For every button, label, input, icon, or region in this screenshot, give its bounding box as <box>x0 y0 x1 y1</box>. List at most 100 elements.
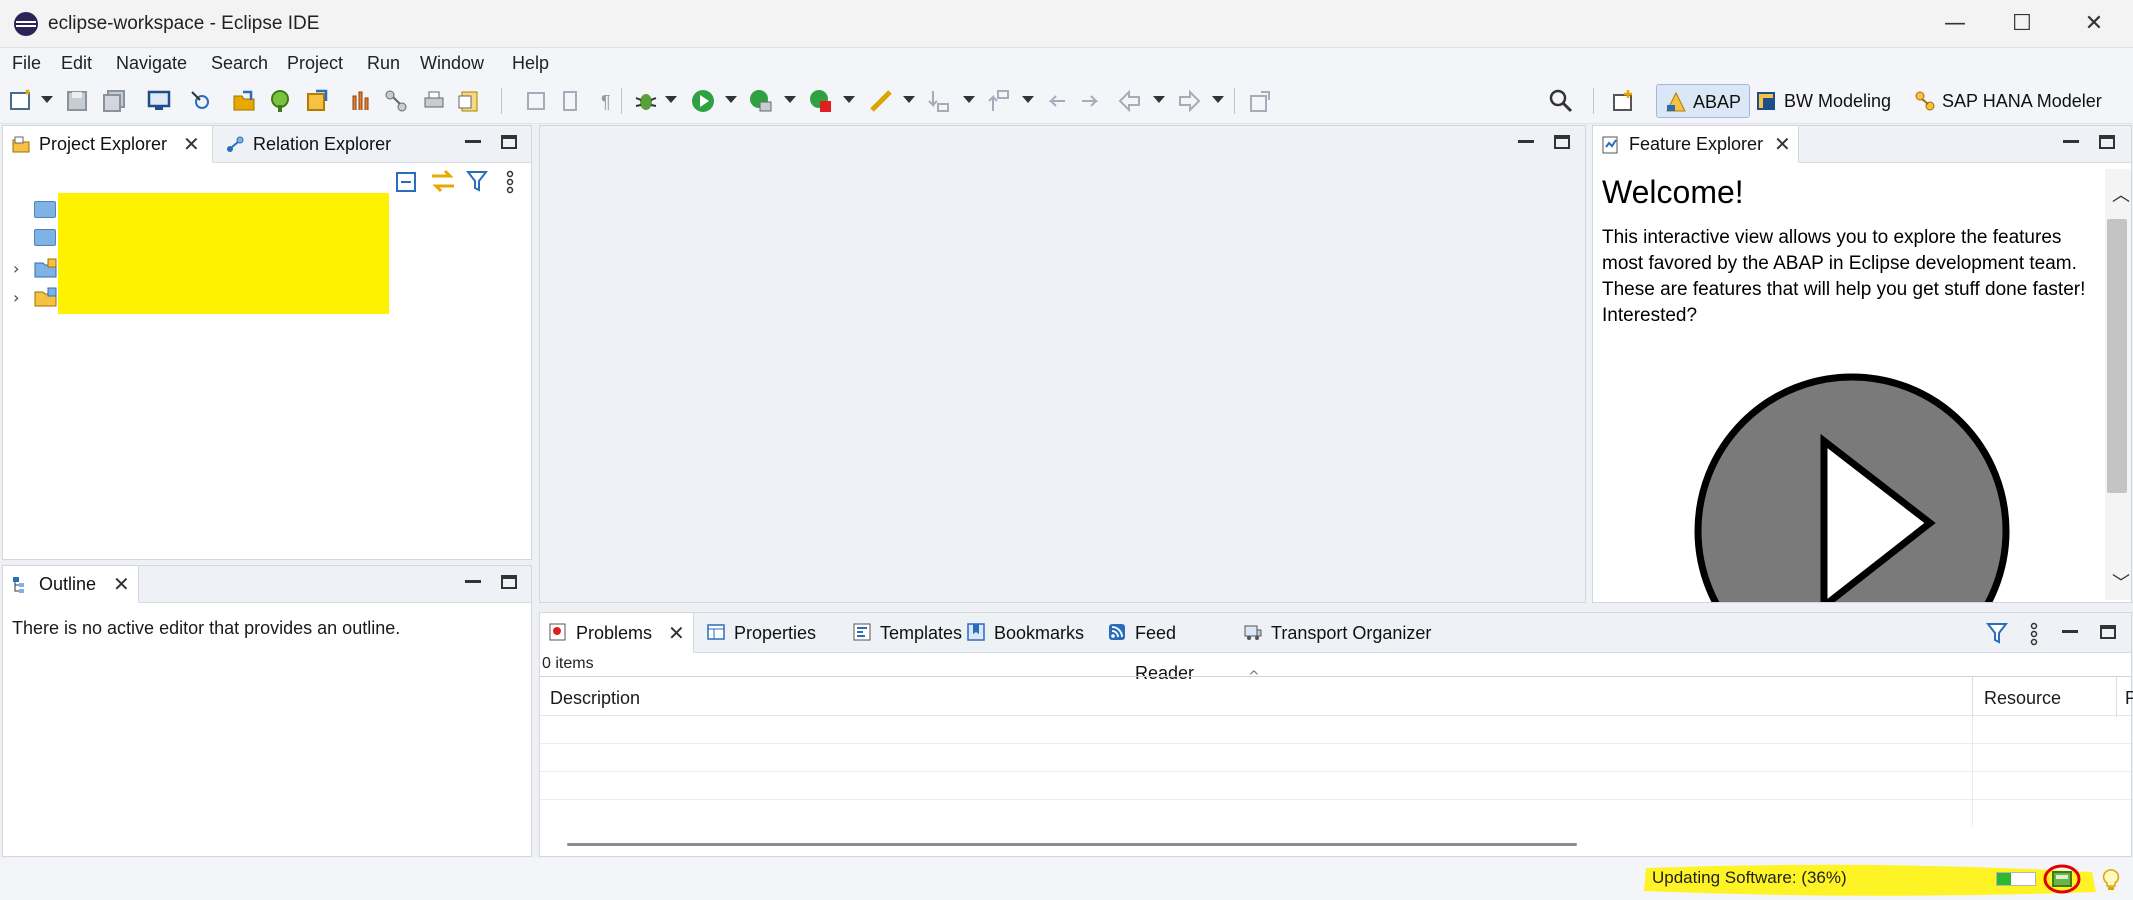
feature-welcome-heading: Welcome! <box>1602 174 1744 210</box>
menu-project[interactable]: Project <box>287 53 343 74</box>
tree-item[interactable]: › <box>3 286 63 310</box>
external-tools-dropdown-icon[interactable] <box>843 96 855 103</box>
scroll-thumb[interactable] <box>2107 219 2127 493</box>
scroll-down-icon[interactable]: ﹀ <box>2112 569 2130 595</box>
column-description[interactable]: Description <box>550 688 640 709</box>
next-edit-location-icon[interactable] <box>1078 88 1104 114</box>
maximize-view-icon[interactable] <box>501 135 517 149</box>
perspective-abap[interactable]: ABAP <box>1656 84 1751 118</box>
previous-edit-icon[interactable] <box>986 88 1012 114</box>
menu-run[interactable]: Run <box>367 53 400 74</box>
menu-navigate[interactable]: Navigate <box>116 53 187 74</box>
view-menu-icon[interactable] <box>2030 622 2038 646</box>
open-system-icon[interactable] <box>146 88 172 114</box>
tab-feed-reader[interactable]: Feed Reader <box>1099 613 1239 683</box>
tab-transport-organizer[interactable]: Transport Organizer <box>1235 613 1445 653</box>
tab-project-explorer[interactable]: Project Explorer ✕ <box>3 126 213 163</box>
print-icon[interactable] <box>421 88 447 114</box>
tree-item[interactable] <box>3 226 63 250</box>
quick-launch-icon[interactable] <box>869 88 895 114</box>
close-tab-icon[interactable]: ✕ <box>183 126 200 163</box>
close-button[interactable]: ✕ <box>2071 8 2117 40</box>
transport-icon[interactable] <box>383 88 409 114</box>
play-video-icon[interactable] <box>1692 371 2012 603</box>
last-edit-location-icon[interactable] <box>1043 88 1069 114</box>
collapse-all-icon[interactable] <box>395 171 417 193</box>
coverage-icon[interactable] <box>748 88 774 114</box>
tab-bookmarks[interactable]: Bookmarks <box>958 613 1102 653</box>
save-all-icon[interactable] <box>101 88 127 114</box>
abap-unit-icon[interactable] <box>348 88 374 114</box>
progress-view-icon[interactable] <box>2042 861 2082 897</box>
lightbulb-icon[interactable] <box>2101 868 2121 892</box>
tab-feature-explorer[interactable]: Feature Explorer ✕ <box>1593 126 1799 163</box>
maximize-view-icon[interactable] <box>2099 135 2115 149</box>
menu-window[interactable]: Window <box>420 53 484 74</box>
activate-icon[interactable] <box>304 88 330 114</box>
scroll-up-icon[interactable]: ︿ <box>2112 181 2130 207</box>
filter-icon[interactable] <box>466 169 488 193</box>
run-dropdown-icon[interactable] <box>725 96 737 103</box>
menu-help[interactable]: Help <box>512 53 549 74</box>
view-menu-icon[interactable] <box>506 170 514 194</box>
next-annotation-icon[interactable] <box>523 88 549 114</box>
debug-icon[interactable] <box>633 88 659 114</box>
maximize-view-icon[interactable] <box>2100 625 2116 639</box>
tree-item[interactable]: › <box>3 257 63 281</box>
minimize-view-icon[interactable] <box>2063 135 2079 143</box>
clipboard-icon[interactable] <box>456 88 482 114</box>
forward-dropdown-icon[interactable] <box>1212 96 1224 103</box>
tree-item[interactable] <box>3 198 63 222</box>
close-tab-icon[interactable]: ✕ <box>1774 126 1791 163</box>
minimize-view-icon[interactable] <box>465 135 481 143</box>
new-dropdown-icon[interactable] <box>41 96 53 103</box>
open-abap-object-icon[interactable] <box>231 88 257 114</box>
column-resource[interactable]: Resource <box>1984 688 2061 709</box>
perspective-bw-modeling[interactable]: BW Modeling <box>1748 84 1899 118</box>
quick-launch-dropdown-icon[interactable] <box>903 96 915 103</box>
filter-icon[interactable] <box>1986 621 2008 645</box>
save-icon[interactable] <box>64 88 90 114</box>
feature-scrollbar[interactable]: ︿ ﹀ <box>2105 169 2131 600</box>
link-editor-icon[interactable] <box>188 88 214 114</box>
pin-editor-icon[interactable] <box>1247 88 1273 114</box>
minimize-view-icon[interactable] <box>465 575 481 583</box>
search-object-icon[interactable] <box>268 88 294 114</box>
menu-edit[interactable]: Edit <box>61 53 92 74</box>
minimize-editor-icon[interactable] <box>1518 135 1534 143</box>
previous-edit-dropdown-icon[interactable] <box>1022 96 1034 103</box>
back-dropdown-icon[interactable] <box>1153 96 1165 103</box>
minimize-button[interactable]: — <box>1932 8 1978 40</box>
maximize-editor-icon[interactable] <box>1554 135 1570 149</box>
back-icon[interactable] <box>1117 88 1143 114</box>
tab-problems[interactable]: Problems ✕ <box>540 613 694 653</box>
close-tab-icon[interactable]: ✕ <box>668 613 685 653</box>
maximize-button[interactable]: ☐ <box>1999 8 2045 40</box>
menu-file[interactable]: File <box>12 53 41 74</box>
external-tools-icon[interactable] <box>808 88 834 114</box>
expand-chevron-icon[interactable]: › <box>13 259 19 278</box>
forward-icon[interactable] <box>1176 88 1202 114</box>
show-whitespace-icon[interactable]: ¶ <box>594 88 620 114</box>
search-icon[interactable] <box>1548 88 1574 114</box>
horizontal-scrollbar[interactable] <box>567 843 1577 846</box>
perspective-sap-hana-modeler[interactable]: SAP HANA Modeler <box>1906 84 2110 118</box>
next-edit-icon[interactable] <box>926 88 952 114</box>
tab-outline[interactable]: Outline ✕ <box>3 566 139 603</box>
next-edit-dropdown-icon[interactable] <box>963 96 975 103</box>
open-perspective-icon[interactable] <box>1611 88 1637 114</box>
close-tab-icon[interactable]: ✕ <box>113 566 130 603</box>
toggle-block-icon[interactable] <box>557 88 583 114</box>
debug-dropdown-icon[interactable] <box>665 96 677 103</box>
minimize-view-icon[interactable] <box>2062 625 2078 633</box>
menu-search[interactable]: Search <box>211 53 268 74</box>
tab-relation-explorer[interactable]: Relation Explorer <box>217 126 397 163</box>
expand-chevron-icon[interactable]: › <box>13 288 19 307</box>
link-with-editor-icon[interactable] <box>430 169 456 193</box>
new-icon[interactable] <box>8 88 34 114</box>
run-icon[interactable] <box>690 88 716 114</box>
maximize-view-icon[interactable] <box>501 575 517 589</box>
column-path[interactable]: P <box>2125 688 2133 709</box>
coverage-dropdown-icon[interactable] <box>784 96 796 103</box>
tab-properties[interactable]: Properties <box>698 613 838 653</box>
